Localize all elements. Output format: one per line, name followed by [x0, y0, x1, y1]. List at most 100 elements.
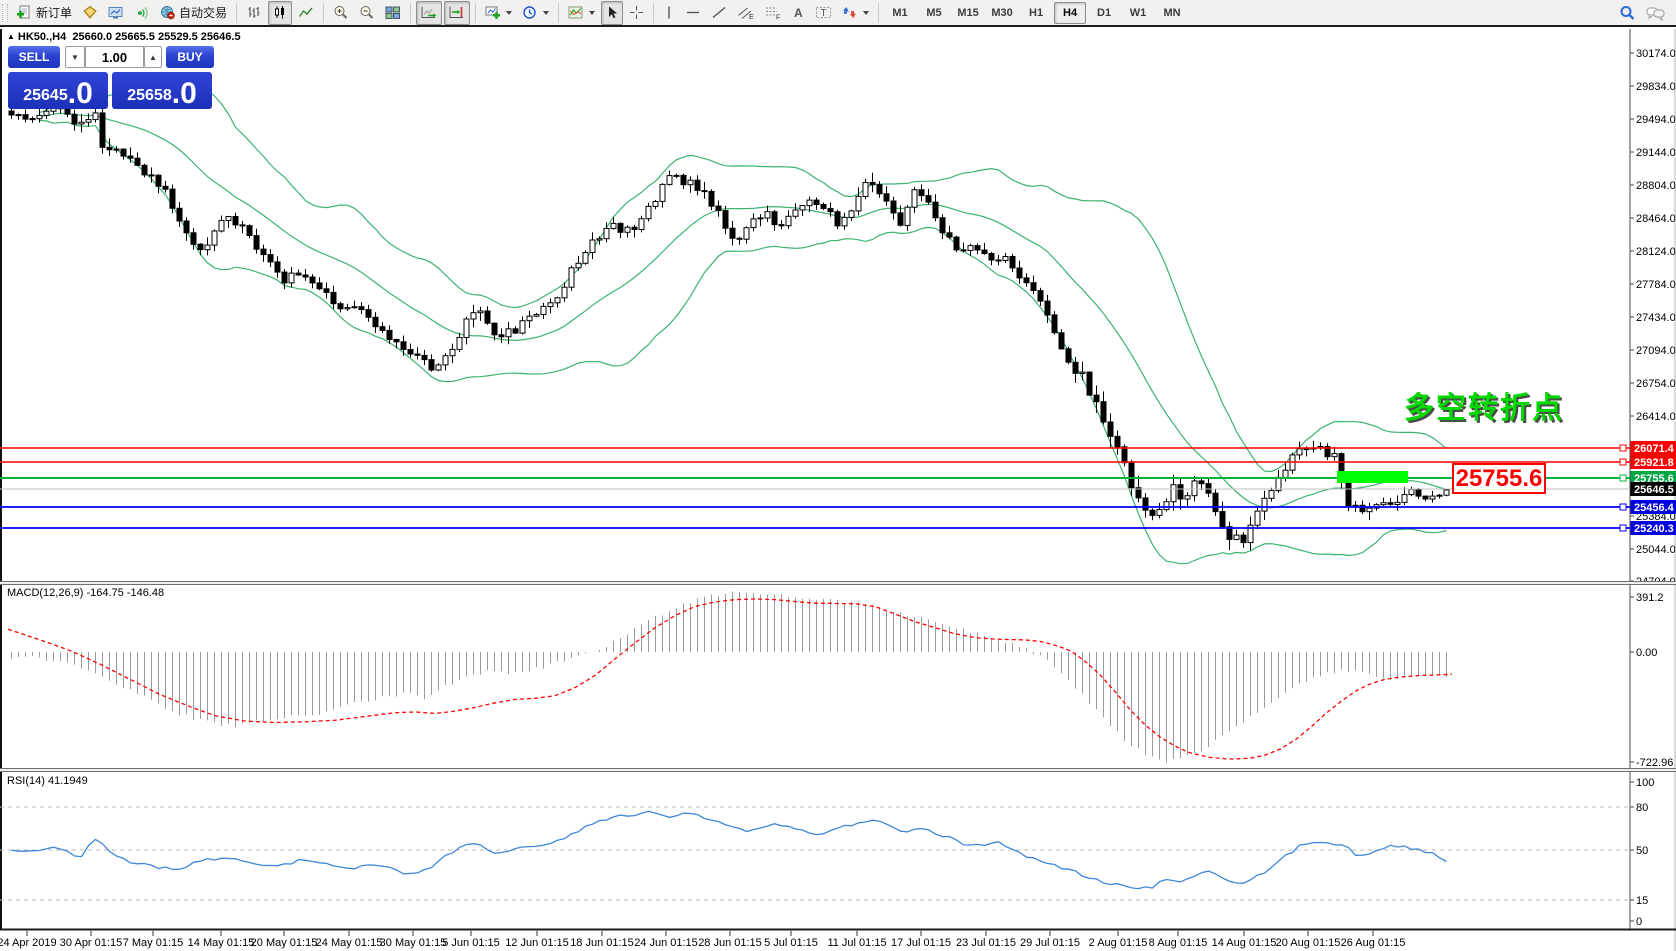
svg-text:5 Jul 01:15: 5 Jul 01:15	[764, 937, 818, 949]
svg-text:0.00: 0.00	[1636, 647, 1657, 659]
tile-windows-button[interactable]	[381, 1, 405, 25]
buy-price-frac: .0	[171, 77, 197, 110]
chart-shift-button[interactable]	[444, 0, 471, 25]
toolbar-separator	[653, 2, 655, 23]
terminal-button[interactable]	[104, 1, 128, 25]
trading-terminal-window: 新订单 自动交易 E F A T M1 M5 M15 M30 H1 H4 D1 …	[0, 0, 1676, 951]
macd-signal-line	[7, 598, 1453, 760]
svg-text:29834.0: 29834.0	[1636, 81, 1676, 93]
chevron-down-icon	[506, 10, 513, 15]
text-label-button[interactable]: T	[811, 1, 836, 25]
toolbar-grip[interactable]	[2, 3, 8, 22]
profiles-clock-button[interactable]	[518, 1, 553, 25]
macd-axis: 391.2 0.00 -722.96	[1630, 592, 1673, 769]
timeframe-button-m1[interactable]: M1	[884, 2, 916, 24]
svg-text:28 Jun 01:15: 28 Jun 01:15	[698, 937, 762, 949]
chart-window-title: ▲ HK50.,H4 25660.0 25665.5 25529.5 25646.…	[7, 31, 241, 43]
macd-label: MACD(12,26,9) -164.75 -146.48	[7, 587, 165, 599]
timeframe-button-h1[interactable]: H1	[1020, 2, 1052, 24]
volume-input[interactable]: 1.00	[85, 46, 144, 68]
indicators-icon	[568, 5, 584, 20]
buy-price-display[interactable]: 25658.0	[112, 72, 212, 109]
arrows-icon	[842, 5, 858, 20]
toolbar-separator	[236, 2, 238, 23]
channel-icon: E	[737, 5, 754, 20]
sell-button[interactable]: SELL	[8, 46, 60, 68]
chat-button[interactable]	[1642, 1, 1669, 25]
svg-text:20 May 01:15: 20 May 01:15	[251, 937, 318, 949]
svg-text:27434.0: 27434.0	[1636, 312, 1676, 324]
one-click-trading-panel: SELL ▼ 1.00 ▲ BUY 25645.0 25658.0	[8, 46, 214, 109]
auto-scroll-button[interactable]	[416, 0, 443, 25]
timeframe-button-m30[interactable]: M30	[986, 2, 1018, 24]
text-button[interactable]: A	[787, 1, 809, 25]
sell-price-frac: .0	[67, 77, 93, 110]
signals-icon	[134, 5, 150, 20]
buy-button[interactable]: BUY	[166, 46, 214, 68]
chat-icon	[1646, 5, 1665, 21]
candlestick-button[interactable]	[268, 0, 293, 25]
svg-text:27094.0: 27094.0	[1636, 345, 1676, 357]
fibonacci-button[interactable]: F	[760, 1, 785, 25]
price-lines[interactable]	[0, 444, 1630, 532]
cursor-icon	[605, 5, 619, 20]
chart-canvas[interactable]: 30174.0 29834.0 29494.0 29144.0 28804.0 28464…	[0, 0, 1676, 951]
svg-text:100: 100	[1636, 777, 1654, 789]
time-axis[interactable]: 24 Apr 2019 30 Apr 01:15 7 May 01:15 14 May…	[0, 931, 1405, 949]
indicators-button[interactable]	[564, 1, 599, 25]
search-button[interactable]	[1615, 1, 1640, 25]
timeframe-button-d1[interactable]: D1	[1088, 2, 1120, 24]
auto-scroll-icon	[420, 5, 438, 20]
svg-text:50: 50	[1636, 845, 1648, 857]
price-callout-label[interactable]: 25755.6	[1452, 463, 1546, 494]
channel-button[interactable]: E	[733, 1, 758, 25]
main-toolbar: 新订单 自动交易 E F A T M1 M5 M15 M30 H1 H4 D1 …	[0, 0, 1676, 27]
trendline-button[interactable]	[707, 1, 731, 25]
timeframe-button-h4[interactable]: H4	[1054, 1, 1087, 24]
svg-text:30 May 01:15: 30 May 01:15	[380, 937, 447, 949]
symbols-icon	[82, 5, 98, 20]
line-chart-button[interactable]	[294, 1, 318, 25]
new-order-icon	[17, 5, 33, 20]
annotation-text[interactable]: 多空转折点	[1404, 383, 1564, 427]
symbols-button[interactable]	[78, 1, 102, 25]
new-order-button[interactable]: 新订单	[13, 1, 76, 25]
symbol-period-label: HK50.,H4	[17, 31, 67, 43]
zoom-in-button[interactable]	[329, 1, 353, 25]
sell-price-display[interactable]: 25645.0	[8, 72, 108, 109]
timeframe-button-w1[interactable]: W1	[1122, 2, 1154, 24]
svg-text:20 Aug 01:15: 20 Aug 01:15	[1276, 937, 1341, 949]
profiles-clock-icon	[522, 5, 538, 20]
volume-increment-button[interactable]: ▲	[144, 46, 162, 68]
zoom-out-button[interactable]	[355, 1, 379, 25]
collapse-icon[interactable]: ▲	[7, 32, 15, 41]
svg-text:A: A	[794, 6, 803, 20]
bar-chart-button[interactable]	[242, 1, 266, 25]
object-rectangle[interactable]	[1337, 471, 1408, 483]
arrows-button[interactable]	[838, 1, 873, 25]
spin-down-icon: ▼	[71, 52, 79, 62]
crosshair-button[interactable]	[625, 1, 648, 25]
fibonacci-icon: F	[764, 5, 781, 20]
chevron-down-icon	[543, 10, 550, 15]
volume-decrement-button[interactable]: ▼	[65, 46, 85, 68]
rsi-axis: 100 80 50 15 0	[1630, 777, 1654, 928]
signals-button[interactable]	[130, 1, 154, 25]
timeframe-button-mn[interactable]: MN	[1156, 2, 1188, 24]
horizontal-line-button[interactable]	[681, 1, 705, 25]
svg-text:E: E	[749, 14, 754, 20]
spin-up-icon: ▲	[149, 52, 157, 62]
new-chart-button[interactable]	[481, 1, 516, 25]
svg-text:25921.8: 25921.8	[1634, 457, 1674, 469]
svg-text:25456.4: 25456.4	[1634, 502, 1675, 514]
autotrading-button[interactable]: 自动交易	[156, 1, 231, 25]
toolbar-separator	[558, 2, 560, 23]
svg-text:15: 15	[1636, 895, 1648, 907]
timeframe-button-m5[interactable]: M5	[918, 2, 950, 24]
svg-text:0: 0	[1636, 916, 1642, 928]
chevron-down-icon	[863, 10, 870, 15]
svg-text:27784.0: 27784.0	[1636, 279, 1676, 291]
cursor-button[interactable]	[601, 0, 624, 25]
timeframe-button-m15[interactable]: M15	[952, 2, 984, 24]
vertical-line-button[interactable]	[659, 1, 679, 25]
